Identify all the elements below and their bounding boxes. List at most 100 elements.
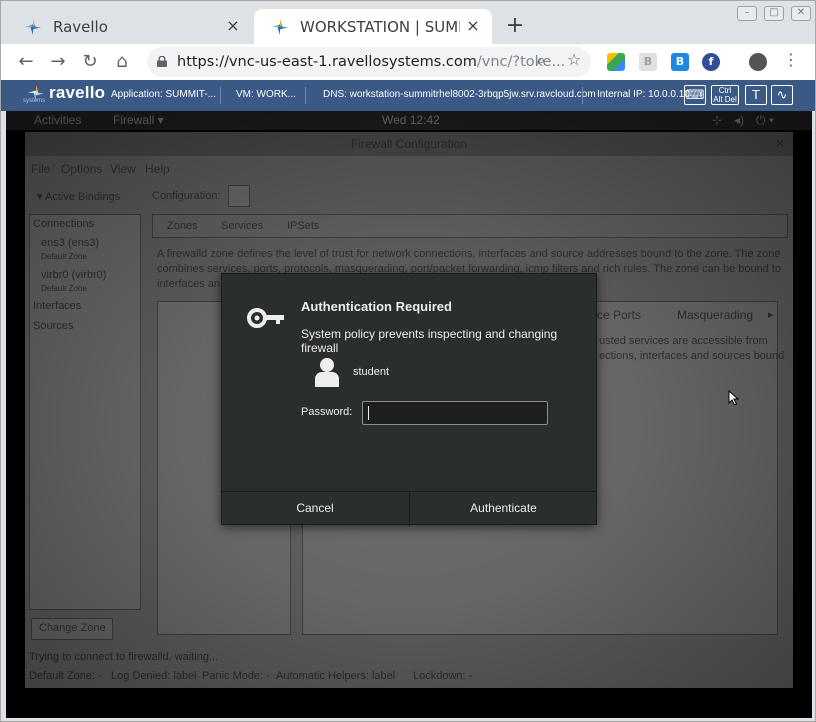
new-tab-button[interactable]: + xyxy=(503,15,527,39)
change-zone-label: Change Zone xyxy=(39,622,106,634)
lockdown-status: Lockdown: - xyxy=(413,670,473,682)
connection-status: Trying to connect to firewalld, waiting.… xyxy=(29,651,219,663)
tab-workstation[interactable]: WORKSTATION | SUMMI × xyxy=(254,9,492,44)
configuration-dropdown[interactable] xyxy=(228,185,250,207)
cancel-button[interactable]: Cancel xyxy=(222,492,408,526)
tab-bar: Ravello × WORKSTATION | SUMMI × + – □ ✕ xyxy=(1,1,815,44)
log-denied-status: Log Denied: label xyxy=(111,670,197,682)
maximize-button[interactable]: □ xyxy=(764,6,784,21)
b-extension-icon[interactable]: B xyxy=(639,53,657,71)
ctrl-alt-del-button[interactable]: Ctrl Alt Del xyxy=(711,85,739,105)
tab-ipsets[interactable]: IPSets xyxy=(287,220,319,232)
menu-bar: File Options View Help xyxy=(25,156,793,182)
back-arrow-icon[interactable]: ← xyxy=(15,51,37,73)
ravello-pinwheel-icon xyxy=(23,17,43,37)
url-host: https://vnc-us-east-1.ravellosystems.com xyxy=(177,54,477,70)
zone-description-line: interfaces an xyxy=(157,278,220,290)
zoom-icon[interactable]: ⌕ xyxy=(531,50,551,70)
bookmark-star-icon[interactable]: ☆ xyxy=(564,50,584,70)
panic-mode-status: Panic Mode: - xyxy=(202,670,270,682)
configuration-label: Configuration: xyxy=(152,190,221,202)
ctrl-label: Ctrl xyxy=(718,86,732,95)
dialog-button-row: Cancel Authenticate xyxy=(222,491,597,526)
connection-zone: Default Zone xyxy=(41,252,87,261)
dialog-title: Authentication Required xyxy=(301,299,452,314)
tab-title: Ravello xyxy=(53,17,108,36)
lock-icon xyxy=(157,56,167,67)
browser-window: Ravello × WORKSTATION | SUMMI × + – □ ✕ … xyxy=(0,0,816,722)
text-input-button[interactable]: T xyxy=(745,85,767,105)
logo-subtext: systems xyxy=(23,98,46,104)
menu-view[interactable]: View xyxy=(110,162,136,176)
minimize-button[interactable]: – xyxy=(737,6,757,21)
drive-extension-icon[interactable] xyxy=(607,53,625,71)
ravello-console-bar: ravello systems Application: SUMMIT-... … xyxy=(1,80,815,111)
auth-dialog: Authentication Required System policy pr… xyxy=(221,273,597,526)
avatar[interactable] xyxy=(749,53,767,71)
services-description-line: usted services are accessible from xyxy=(599,335,768,347)
home-icon[interactable]: ⌂ xyxy=(111,51,133,73)
keyboard-icon[interactable]: ⌨ xyxy=(684,85,706,105)
forward-arrow-icon[interactable]: → xyxy=(47,51,69,73)
tab-services[interactable]: Services xyxy=(221,220,263,232)
address-bar[interactable]: https://vnc-us-east-1.ravellosystems.com… xyxy=(147,47,591,77)
window-title-text: Firewall Configuration xyxy=(350,137,468,151)
tab-title: WORKSTATION | SUMMI xyxy=(300,17,460,36)
authenticate-button[interactable]: Authenticate xyxy=(409,492,597,526)
browser-toolbar: ← → ↻ ⌂ https://vnc-us-east-1.ravellosys… xyxy=(1,44,815,80)
close-icon[interactable]: ✕ xyxy=(775,132,785,156)
url-path: /vnc/?toke... xyxy=(476,54,566,70)
menu-help[interactable]: Help xyxy=(145,162,170,176)
connections-heading: Connections xyxy=(33,218,95,230)
tab-ports-partial[interactable]: ce Ports xyxy=(597,308,641,322)
password-field[interactable] xyxy=(362,401,548,425)
fedora-extension-icon[interactable]: f xyxy=(702,53,720,71)
activities-button[interactable]: Activities xyxy=(34,113,81,127)
menu-kebab-icon[interactable]: ⋮ xyxy=(781,50,801,70)
connection-item[interactable]: virbr0 (virbr0) xyxy=(41,269,106,281)
zone-description-line: A firewalld zone defines the level of tr… xyxy=(157,248,781,260)
divider xyxy=(220,87,221,104)
username: student xyxy=(353,366,390,378)
active-bindings-toggle[interactable]: ▾ Active Bindings xyxy=(37,190,120,203)
alt-del-label: Alt Del xyxy=(713,95,737,104)
connection-zone: Default Zone xyxy=(41,284,87,293)
clock[interactable]: Wed 12:42 xyxy=(382,113,440,127)
ravello-pinwheel-icon xyxy=(270,17,290,37)
connection-item[interactable]: ens3 (ens3) xyxy=(41,237,99,249)
auto-helpers-status: Automatic Helpers: label xyxy=(276,670,396,682)
window-title: Firewall Configuration ✕ xyxy=(25,132,793,156)
sources-heading: Sources xyxy=(33,320,74,332)
stats-icon[interactable]: ∿ xyxy=(771,85,793,105)
vm-info: VM: WORK... xyxy=(236,89,296,100)
menu-file[interactable]: File xyxy=(31,162,50,176)
user-icon xyxy=(315,358,339,387)
interfaces-heading: Interfaces xyxy=(33,300,82,312)
close-window-button[interactable]: ✕ xyxy=(791,6,811,21)
tab-zones[interactable]: Zones xyxy=(167,220,198,232)
reload-icon[interactable]: ↻ xyxy=(79,51,101,73)
dns-info: DNS: workstation-summitrhel8002-3rbqp5jw… xyxy=(323,89,596,100)
tab-ravello[interactable]: Ravello × xyxy=(7,9,252,44)
power-icon[interactable]: ⏻ ▾ xyxy=(756,113,774,128)
logo-text: ravello xyxy=(49,83,106,102)
close-tab-icon[interactable]: × xyxy=(464,17,482,35)
internal-ip-info: Internal IP: 10.0.0.10 xyxy=(597,89,690,100)
password-label: Password: xyxy=(301,406,353,418)
key-icon xyxy=(247,308,284,328)
close-tab-icon[interactable]: × xyxy=(224,17,242,35)
tab-masquerading[interactable]: Masquerading xyxy=(677,308,753,322)
default-zone-status: Default Zone: - xyxy=(29,670,102,682)
text-caret xyxy=(368,406,369,420)
menu-options[interactable]: Options xyxy=(61,162,102,176)
network-icon[interactable]: ⊹ xyxy=(712,113,722,127)
chevron-right-icon[interactable]: ▸ xyxy=(768,308,774,321)
divider xyxy=(582,87,583,104)
blue-extension-icon[interactable]: B xyxy=(671,53,689,71)
status-bar: Trying to connect to firewalld, waiting.… xyxy=(25,648,793,688)
dialog-message: System policy prevents inspecting and ch… xyxy=(301,327,558,355)
application-info: Application: SUMMIT-... xyxy=(111,89,217,100)
app-menu[interactable]: Firewall ▾ xyxy=(113,113,164,127)
volume-icon[interactable]: ◂) xyxy=(734,113,744,127)
mouse-pointer-icon xyxy=(728,390,740,406)
